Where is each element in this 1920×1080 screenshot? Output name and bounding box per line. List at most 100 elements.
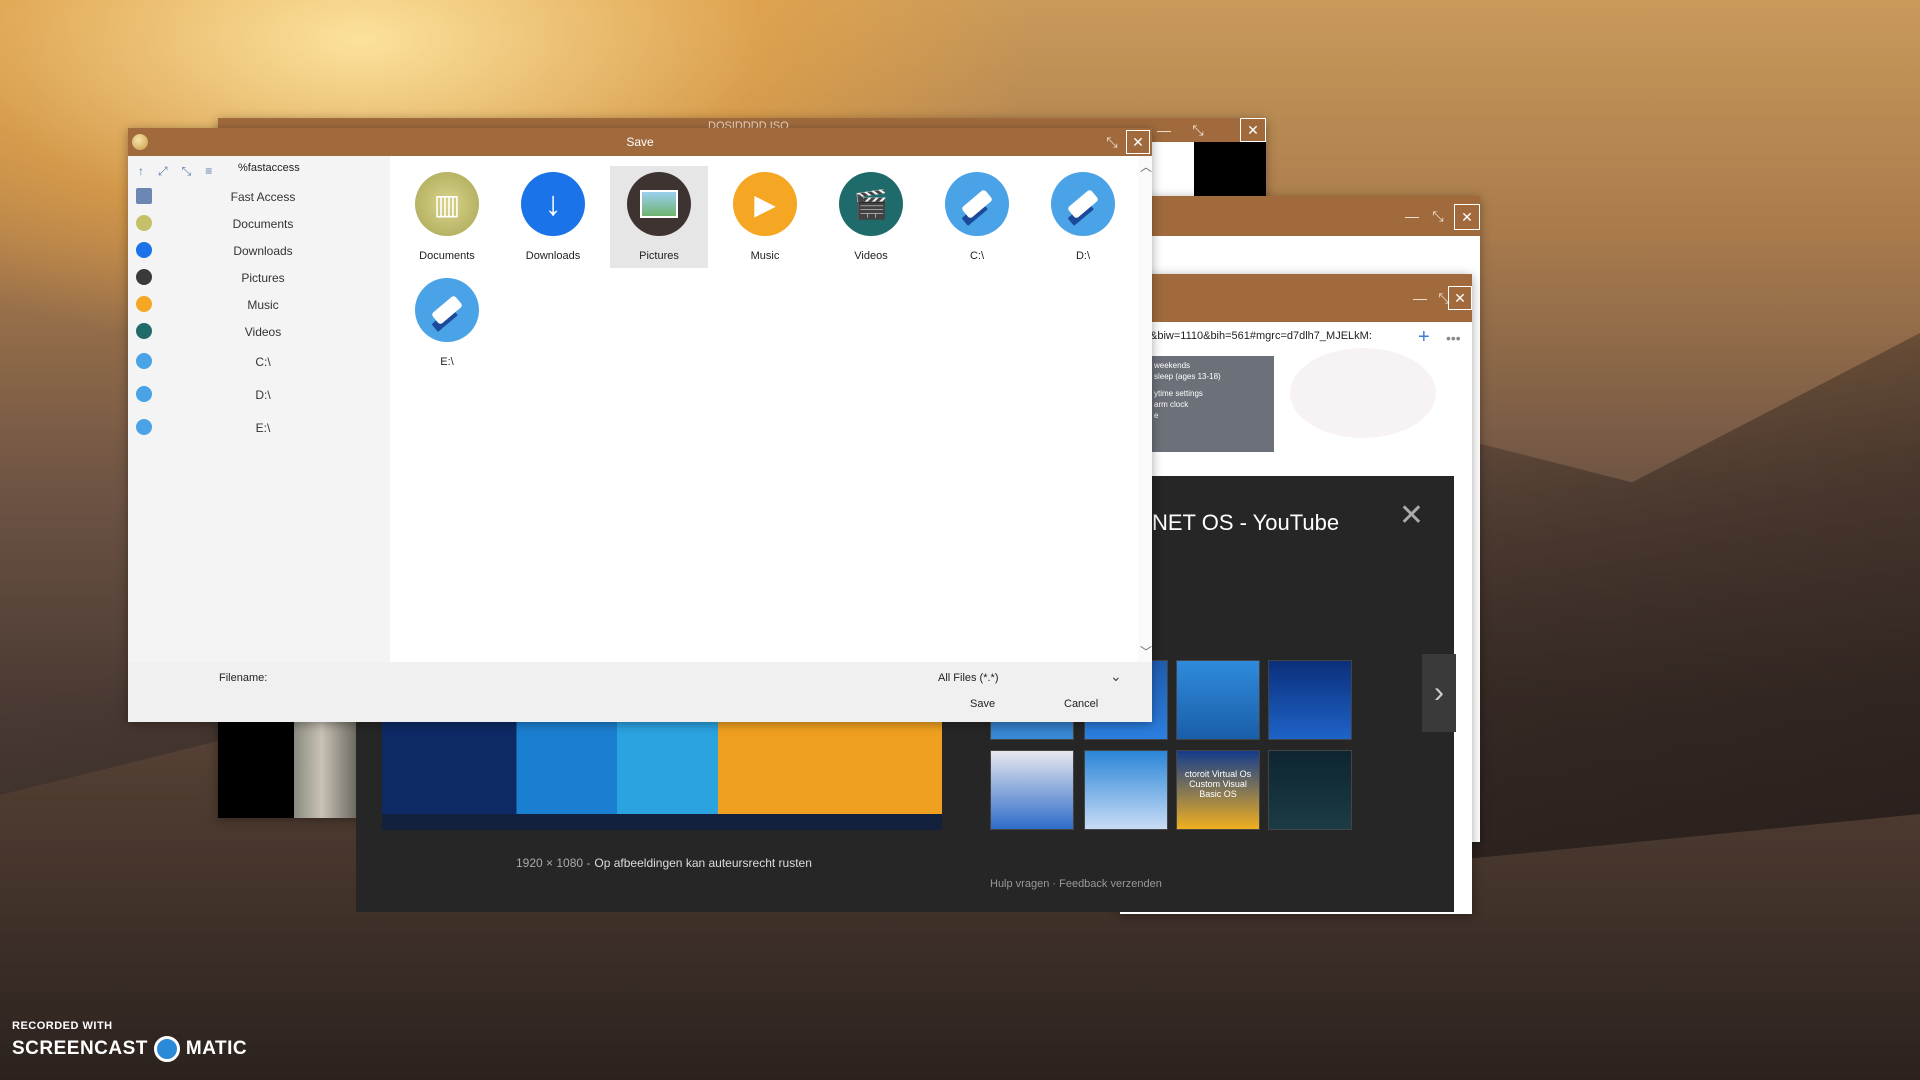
- documents-icon: [136, 215, 152, 231]
- sidebar-item-documents[interactable]: Documents: [128, 213, 390, 235]
- menu-line: e: [1154, 411, 1159, 420]
- close-icon[interactable]: ✕: [1454, 204, 1480, 230]
- chevron-up-icon[interactable]: ︿: [1140, 158, 1152, 175]
- maximize-icon[interactable]: ⤡: [1428, 196, 1448, 236]
- save-footer: Filename: All Files (*.*) ⌄ Save Cancel: [128, 662, 1152, 722]
- sidebar-item-label: Videos: [244, 325, 282, 339]
- sidebar-item-e-drive[interactable]: E:\: [128, 417, 390, 439]
- more-icon[interactable]: •••: [1446, 330, 1461, 346]
- new-tab-icon[interactable]: +: [1418, 326, 1430, 349]
- related-thumbnail[interactable]: [1268, 660, 1352, 740]
- footer-links: Hulp vragen · Feedback verzenden: [990, 878, 1162, 890]
- sidebar-item-label: E:\: [255, 421, 271, 435]
- vertical-scrollbar[interactable]: ︿ ﹀: [1138, 156, 1152, 662]
- tile-music[interactable]: ▶ Music: [716, 166, 814, 268]
- watermark-caption: RECORDED WITH: [12, 1020, 113, 1032]
- tile-c-drive[interactable]: C:\: [928, 166, 1026, 268]
- file-type-select[interactable]: All Files (*.*): [938, 672, 999, 684]
- feedback-link[interactable]: Feedback verzenden: [1059, 878, 1162, 890]
- sidebar-item-label: Fast Access: [230, 190, 296, 204]
- address-bar[interactable]: &biw=1110&bih=561#mgrc=d7dlh7_MJELkM:: [1150, 330, 1372, 342]
- drive-icon: [1051, 172, 1115, 236]
- sidebar-item-label: Pictures: [241, 271, 285, 285]
- sidebar-item-music[interactable]: Music: [128, 294, 390, 316]
- close-icon[interactable]: ✕: [1240, 118, 1266, 142]
- tile-videos[interactable]: 🎬 Videos: [822, 166, 920, 268]
- sidebar-item-c-drive[interactable]: C:\: [128, 351, 390, 373]
- close-icon[interactable]: ✕: [1448, 286, 1472, 310]
- minimize-icon[interactable]: —: [1152, 118, 1176, 142]
- watermark-right: MATIC: [185, 1038, 248, 1059]
- sidebar-item-d-drive[interactable]: D:\: [128, 384, 390, 406]
- related-thumbnail[interactable]: [1268, 750, 1352, 830]
- music-icon: [136, 296, 152, 312]
- watermark-left: SCREENCAST: [12, 1038, 148, 1059]
- sidebar-item-label: Downloads: [233, 244, 293, 258]
- chevron-down-icon[interactable]: ⌄: [1110, 668, 1122, 685]
- screencast-logo-icon: [153, 1036, 180, 1062]
- thumbnail-caption: ctoroit Virtual Os Custom Visual Basic O…: [1184, 769, 1252, 799]
- chevron-right-icon[interactable]: ›: [1422, 654, 1456, 732]
- tile-documents[interactable]: ▥ Documents: [398, 166, 496, 268]
- tile-label: Music: [750, 250, 780, 262]
- titlebar[interactable]: Save ⤡ ✕: [128, 128, 1152, 156]
- related-thumbnail[interactable]: [990, 750, 1074, 830]
- up-arrow-icon[interactable]: ↑: [138, 164, 144, 179]
- tile-e-drive[interactable]: E:\: [398, 272, 496, 374]
- help-link[interactable]: Hulp vragen: [990, 878, 1049, 890]
- recorder-watermark: RECORDED WITH SCREENCAST MATIC: [12, 1020, 247, 1062]
- save-dialog[interactable]: Save ⤡ ✕ ↑ ⤢ ⤡ ≡ %fastaccess Fast Access…: [128, 128, 1152, 722]
- shrink-icon[interactable]: ⤡: [182, 164, 192, 179]
- related-thumbnail[interactable]: [1176, 660, 1260, 740]
- pen-glyph: [961, 188, 993, 220]
- minimize-icon[interactable]: —: [1410, 274, 1430, 322]
- sidebar-item-videos[interactable]: Videos: [128, 321, 390, 343]
- sidebar-item-label: Music: [247, 298, 279, 312]
- drive-icon: [415, 278, 479, 342]
- banner-taskbar: [382, 814, 942, 830]
- maximize-icon[interactable]: ⤡: [1186, 118, 1210, 142]
- maximize-icon[interactable]: ⤡: [1102, 128, 1122, 156]
- sidebar-item-pictures[interactable]: Pictures: [128, 267, 390, 289]
- cancel-button[interactable]: Cancel: [1064, 698, 1098, 710]
- sidebar-item-label: C:\: [255, 355, 271, 369]
- picture-frame: [640, 190, 678, 218]
- pen-glyph: [431, 294, 463, 326]
- tile-label: E:\: [440, 356, 454, 368]
- watermark-logo: SCREENCAST MATIC: [12, 1036, 247, 1062]
- downloads-icon: ↓: [521, 172, 585, 236]
- nav-toolbar: ↑ ⤢ ⤡ ≡: [138, 164, 212, 179]
- path-field[interactable]: %fastaccess: [238, 162, 300, 174]
- preview-image[interactable]: [382, 722, 942, 830]
- save-button[interactable]: Save: [970, 698, 995, 710]
- tile-label: Downloads: [525, 250, 581, 262]
- music-icon: ▶: [733, 172, 797, 236]
- sidebar-item-downloads[interactable]: Downloads: [128, 240, 390, 262]
- minimize-icon[interactable]: —: [1402, 196, 1422, 236]
- black-preview: [1194, 142, 1266, 196]
- fast-access-icon: [136, 188, 152, 204]
- expand-icon[interactable]: ⤢: [158, 164, 168, 179]
- drive-icon: [136, 386, 152, 402]
- copyright-note[interactable]: Op afbeeldingen kan auteursrecht rusten: [594, 856, 811, 870]
- titlebar[interactable]: — ⤡ ✕: [1134, 196, 1480, 236]
- sidebar-item-fast-access[interactable]: Fast Access: [128, 186, 390, 208]
- image-title[interactable]: NET OS - YouTube: [1152, 510, 1339, 536]
- close-icon[interactable]: ✕: [1126, 130, 1150, 154]
- related-thumbnail[interactable]: [1084, 750, 1168, 830]
- related-thumbnail[interactable]: ctoroit Virtual Os Custom Visual Basic O…: [1176, 750, 1260, 830]
- titlebar[interactable]: — ⤡ ✕: [1120, 274, 1472, 322]
- close-icon[interactable]: ✕: [1399, 498, 1424, 533]
- tile-label: Documents: [419, 250, 475, 262]
- filename-input[interactable]: [288, 668, 892, 688]
- tile-pictures[interactable]: Pictures: [610, 166, 708, 268]
- list-view-icon[interactable]: ≡: [205, 164, 212, 179]
- tile-d-drive[interactable]: D:\: [1034, 166, 1132, 268]
- pen-glyph: [1067, 188, 1099, 220]
- tile-label: Videos: [854, 250, 888, 262]
- tile-downloads[interactable]: ↓ Downloads: [504, 166, 602, 268]
- chevron-down-icon[interactable]: ﹀: [1140, 643, 1152, 660]
- tile-label: D:\: [1075, 250, 1091, 262]
- drive-icon: [136, 353, 152, 369]
- downloads-icon: [136, 242, 152, 258]
